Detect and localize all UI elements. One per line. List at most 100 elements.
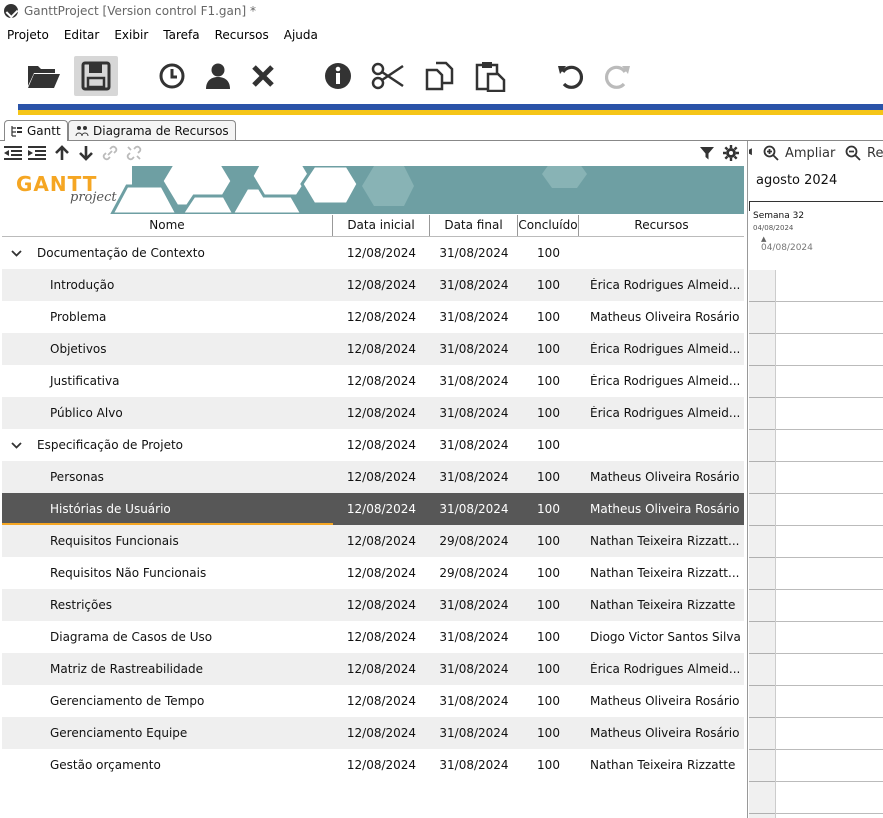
task-start-date: 12/08/2024 (346, 726, 417, 740)
link-icon (102, 145, 118, 161)
task-name: Objetivos (50, 342, 107, 356)
redo-button[interactable] (596, 56, 640, 96)
task-row[interactable]: Gerenciamento de Tempo 12/08/2024 31/08/20… (2, 685, 744, 717)
column-header-start[interactable]: Data inicial (333, 215, 430, 236)
task-group-row[interactable]: Especificação de Projeto 12/08/2024 31/08/… (2, 429, 744, 461)
task-name-cell[interactable]: Gerenciamento Equipe (2, 726, 333, 740)
clock-icon (159, 63, 185, 89)
task-name: Gestão orçamento (50, 758, 161, 772)
move-up-button[interactable] (52, 144, 72, 162)
task-name-cell[interactable]: Histórias de Usuário (2, 502, 333, 516)
task-end-date: 29/08/2024 (439, 534, 509, 548)
tab-gantt[interactable]: Gantt (4, 120, 68, 141)
new-task-button[interactable] (150, 56, 194, 96)
task-row[interactable]: Histórias de Usuário 12/08/2024 31/08/2024… (2, 493, 744, 525)
delete-button[interactable] (241, 56, 285, 96)
task-completion: 100 (537, 726, 560, 740)
task-group-row[interactable]: Documentação de Contexto 12/08/2024 31/08/… (2, 237, 744, 269)
paste-icon (475, 62, 506, 92)
task-name-cell[interactable]: Requisitos Funcionais (2, 534, 333, 548)
panel-collapse-icon[interactable]: ◀ (749, 147, 752, 157)
task-start-date: 12/08/2024 (346, 278, 417, 292)
task-name-cell[interactable]: Gestão orçamento (2, 758, 333, 772)
task-row[interactable]: Requisitos Funcionais 12/08/2024 29/08/202… (2, 525, 744, 557)
task-start-date: 12/08/2024 (346, 374, 417, 388)
task-name-cell[interactable]: Objetivos (2, 342, 333, 356)
task-completion: 100 (537, 342, 560, 356)
task-end-date: 31/08/2024 (439, 630, 509, 644)
indent-button[interactable] (27, 144, 47, 162)
unlink-icon (126, 145, 142, 161)
zoom-out-label: Re (867, 145, 883, 161)
task-resources: Érica Rodrigues Almeid... (590, 342, 741, 356)
open-project-button[interactable] (22, 56, 66, 96)
outdent-icon (4, 146, 22, 160)
task-name-cell[interactable]: Diagrama de Casos de Uso (2, 630, 333, 644)
copy-button[interactable] (418, 56, 462, 96)
task-end-date: 31/08/2024 (439, 374, 509, 388)
task-row[interactable]: Matriz de Rastreabilidade 12/08/2024 31/08… (2, 653, 744, 685)
task-row[interactable]: Personas 12/08/2024 31/08/2024 100 Matheus O… (2, 461, 744, 493)
column-header-name[interactable]: Nome (2, 215, 333, 236)
task-name-cell[interactable]: Documentação de Contexto (2, 246, 333, 260)
menu-editar[interactable]: Editar (57, 28, 108, 42)
outdent-button[interactable] (3, 144, 23, 162)
zoom-out-button[interactable]: Re (845, 145, 883, 161)
chart-grid[interactable] (749, 270, 883, 818)
task-row[interactable]: Restrições 12/08/2024 31/08/2024 100 Nathan … (2, 589, 744, 621)
properties-button[interactable] (316, 56, 360, 96)
zoom-out-icon (845, 145, 861, 161)
column-header-end[interactable]: Data final (430, 215, 518, 236)
title-bar: GanttProject [Version control F1.gan] * (0, 0, 883, 22)
save-project-button[interactable] (74, 56, 118, 96)
zoom-in-button[interactable]: Ampliar (763, 145, 835, 161)
menu-exibir[interactable]: Exibir (107, 28, 156, 42)
task-row[interactable]: Público Alvo 12/08/2024 31/08/2024 100 Érica… (2, 397, 744, 429)
column-header-resources[interactable]: Recursos (579, 215, 744, 236)
task-row[interactable]: Justificativa 12/08/2024 31/08/2024 100 Éric… (2, 365, 744, 397)
task-row[interactable]: Diagrama de Casos de Uso 12/08/2024 31/08/… (2, 621, 744, 653)
task-resources: Érica Rodrigues Almeid... (590, 406, 741, 420)
task-row[interactable]: Objetivos 12/08/2024 31/08/2024 100 Érica Ro… (2, 333, 744, 365)
task-name: Público Alvo (50, 406, 123, 420)
settings-button[interactable] (721, 144, 741, 162)
task-resources: Nathan Teixeira Rizzatte (590, 598, 736, 612)
task-row[interactable]: Gestão orçamento 12/08/2024 31/08/2024 100 N… (2, 749, 744, 781)
undo-button[interactable] (548, 56, 592, 96)
task-name-cell[interactable]: Matriz de Rastreabilidade (2, 662, 333, 676)
tab-resources[interactable]: Diagrama de Recursos (68, 120, 236, 140)
move-down-button[interactable] (76, 144, 96, 162)
gantt-tree-icon (11, 126, 22, 137)
task-name-cell[interactable]: Restrições (2, 598, 333, 612)
chevron-down-icon[interactable] (6, 249, 26, 257)
cut-button[interactable] (366, 56, 410, 96)
menu-ajuda[interactable]: Ajuda (277, 28, 326, 42)
link-button[interactable] (100, 144, 120, 162)
task-start-date: 12/08/2024 (346, 438, 417, 452)
column-header-done[interactable]: Concluído (518, 215, 579, 236)
task-row[interactable]: Requisitos Não Funcionais 12/08/2024 29/08… (2, 557, 744, 589)
task-name-cell[interactable]: Introdução (2, 278, 333, 292)
task-row[interactable]: Problema 12/08/2024 31/08/2024 100 Matheus O… (2, 301, 744, 333)
task-name-cell[interactable]: Problema (2, 310, 333, 324)
task-row[interactable]: Gerenciamento Equipe 12/08/2024 31/08/2024… (2, 717, 744, 749)
task-name-cell[interactable]: Público Alvo (2, 406, 333, 420)
menu-projeto[interactable]: Projeto (0, 28, 57, 42)
task-name-cell[interactable]: Especificação de Projeto (2, 438, 333, 452)
unlink-button[interactable] (124, 144, 144, 162)
task-name-cell[interactable]: Requisitos Não Funcionais (2, 566, 333, 580)
chevron-down-icon[interactable] (6, 441, 26, 449)
filter-button[interactable] (697, 144, 717, 162)
task-name-cell[interactable]: Gerenciamento de Tempo (2, 694, 333, 708)
task-row[interactable]: Introdução 12/08/2024 31/08/2024 100 Érica R… (2, 269, 744, 301)
main-toolbar (0, 48, 883, 104)
paste-button[interactable] (468, 56, 512, 96)
task-name-cell[interactable]: Justificativa (2, 374, 333, 388)
menu-tarefa[interactable]: Tarefa (156, 28, 207, 42)
task-end-date: 31/08/2024 (439, 726, 509, 740)
new-resource-button[interactable] (196, 56, 240, 96)
task-name-cell[interactable]: Personas (2, 470, 333, 484)
task-completion: 100 (537, 438, 560, 452)
menu-recursos[interactable]: Recursos (208, 28, 277, 42)
task-end-date: 31/08/2024 (439, 310, 509, 324)
